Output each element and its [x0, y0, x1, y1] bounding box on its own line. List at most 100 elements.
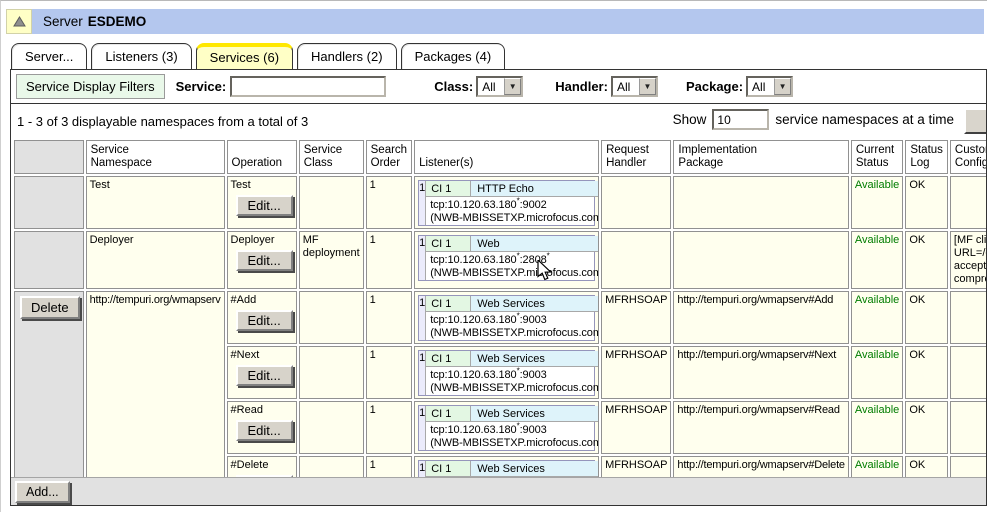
table-row: Deployer Deployer Edit... MF deployment … [14, 231, 987, 289]
edit-button[interactable]: Edit... [236, 420, 293, 441]
operation-cell: Deployer Edit... [227, 231, 297, 289]
server-title-bar: Server ESDEMO [6, 9, 984, 34]
listener-index: 1 [419, 351, 426, 395]
status-log-cell: OK [905, 176, 948, 229]
row-gutter [14, 231, 84, 289]
listeners-cell: 1 CI 1 Web tcp:10.120.63.180*:2808* (NWB… [414, 231, 599, 289]
listener-name: Web Services [471, 296, 599, 311]
search-order-cell: 1 [366, 346, 412, 399]
listeners-cell: 1 CI 1 Web Services tcp:10.120.63.180*:9… [414, 401, 599, 454]
namespace-cell: Test [86, 176, 225, 229]
listener-address: tcp:10.120.63.180*:9003 (NWB-MBISSETXP.m… [426, 367, 599, 395]
header-namespace: Service Namespace [86, 140, 225, 174]
request-handler-cell: MFRHSOAP [601, 346, 671, 399]
listener-ci-badge: CI 1 [426, 296, 471, 311]
services-table: Service Namespace Operation Service Clas… [12, 138, 987, 506]
header-service-class: Service Class [299, 140, 364, 174]
edit-button[interactable]: Edit... [236, 365, 293, 386]
status-log-cell: OK [905, 291, 948, 344]
server-name: ESDEMO [88, 14, 147, 29]
listener-ci-badge: CI 1 [426, 461, 471, 476]
listener-index: 1 [419, 296, 426, 340]
delete-button[interactable]: Delete [20, 296, 80, 319]
edit-button[interactable]: Edit... [236, 250, 293, 271]
edit-button[interactable]: Edit... [236, 195, 293, 216]
pagination-row: 1 - 3 of 3 displayable namespaces from a… [11, 104, 986, 138]
listener-name: Web Services [471, 461, 599, 476]
custom-config-cell: [MF client] scheme=http URL=/cgi/mfdeplo… [950, 231, 987, 289]
service-class-cell [299, 346, 364, 399]
show-count-input[interactable] [712, 109, 769, 130]
status-cell: Available [851, 176, 903, 229]
listener-address: tcp:10.120.63.180*:9003 (NWB-MBISSETXP.m… [426, 312, 599, 340]
page-nav-button-partial[interactable] [964, 108, 987, 134]
custom-config-cell [950, 176, 987, 229]
listener-name: HTTP Echo [471, 181, 599, 196]
table-footer-bar: Add... [11, 477, 986, 505]
header-search-order: Search Order [366, 140, 412, 174]
listener-box: 1 CI 1 HTTP Echo tcp:10.120.63.180*:9002… [418, 180, 595, 226]
listener-index: 1 [419, 406, 426, 450]
header-custom-config: Custom Configuration [950, 140, 987, 174]
page-title: Server ESDEMO [32, 9, 984, 34]
table-row: Test Test Edit... 1 1 CI 1 HTTP Echo tc [14, 176, 987, 229]
services-panel: Service Display Filters Service: Class: … [10, 69, 987, 506]
header-status-log: Status Log [905, 140, 948, 174]
header-impl-package: Implementation Package [673, 140, 848, 174]
chevron-down-icon: ▼ [774, 78, 791, 95]
add-button[interactable]: Add... [15, 481, 70, 503]
custom-config-cell [950, 346, 987, 399]
listener-box: 1 CI 1 Web tcp:10.120.63.180*:2808* (NWB… [418, 235, 595, 281]
impl-package-cell [673, 231, 848, 289]
request-handler-cell: MFRHSOAP [601, 291, 671, 344]
header-request-handler: Request Handler [601, 140, 671, 174]
search-order-cell: 1 [366, 401, 412, 454]
class-filter-select[interactable]: All ▼ [476, 76, 523, 97]
handler-filter-select[interactable]: All ▼ [611, 76, 658, 97]
status-cell: Available [851, 346, 903, 399]
show-label: Show [673, 112, 707, 127]
listener-address: tcp:10.120.63.180*:2808* (NWB-MBISSETXP.… [426, 252, 599, 280]
package-filter-select[interactable]: All ▼ [746, 76, 793, 97]
operation-cell: #Add Edit... [227, 291, 297, 344]
status-cell: Available [851, 231, 903, 289]
tab-bar: Server... Listeners (3) Services (6) Han… [11, 43, 505, 70]
listeners-cell: 1 CI 1 Web Services tcp:10.120.63.180*:9… [414, 291, 599, 344]
namespace-cell: http://tempuri.org/wmapserv [86, 291, 225, 506]
listener-ci-badge: CI 1 [426, 236, 471, 251]
impl-package-cell: http://tempuri.org/wmapserv#Read [673, 401, 848, 454]
tab-server[interactable]: Server... [11, 43, 87, 70]
status-cell: Available [851, 401, 903, 454]
listener-address: tcp:10.120.63.180*:9003 (NWB-MBISSETXP.m… [426, 422, 599, 450]
edit-button[interactable]: Edit... [236, 310, 293, 331]
tab-services[interactable]: Services (6) [196, 43, 293, 70]
listener-box: 1 CI 1 Web Services tcp:10.120.63.180*:9… [418, 405, 595, 451]
collapse-toggle[interactable] [6, 9, 32, 34]
row-gutter: Delete [14, 291, 84, 506]
chevron-down-icon: ▼ [639, 78, 656, 95]
status-log-cell: OK [905, 401, 948, 454]
header-current-status: Current Status [851, 140, 903, 174]
service-filter-input[interactable] [230, 76, 386, 97]
operation-cell: #Next Edit... [227, 346, 297, 399]
tab-listeners[interactable]: Listeners (3) [91, 43, 191, 70]
show-suffix-label: service namespaces at a time [775, 112, 954, 127]
namespace-cell: Deployer [86, 231, 225, 289]
tab-handlers[interactable]: Handlers (2) [297, 43, 397, 70]
listeners-cell: 1 CI 1 HTTP Echo tcp:10.120.63.180*:9002… [414, 176, 599, 229]
header-operation: Operation [227, 140, 297, 174]
package-filter-label: Package: [686, 79, 743, 94]
impl-package-cell: http://tempuri.org/wmapserv#Add [673, 291, 848, 344]
status-log-cell: OK [905, 231, 948, 289]
listener-index: 1 [419, 181, 426, 225]
row-gutter [14, 176, 84, 229]
service-display-filters-bar: Service Display Filters Service: Class: … [11, 70, 986, 104]
search-order-cell: 1 [366, 231, 412, 289]
listener-box: 1 CI 1 Web Services tcp:10.120.63.180*:9… [418, 350, 595, 396]
listeners-cell: 1 CI 1 Web Services tcp:10.120.63.180*:9… [414, 346, 599, 399]
listener-name: Web [471, 236, 599, 251]
service-class-cell: MF deployment [299, 231, 364, 289]
filters-title: Service Display Filters [16, 74, 165, 99]
custom-config-cell [950, 401, 987, 454]
tab-packages[interactable]: Packages (4) [401, 43, 506, 70]
